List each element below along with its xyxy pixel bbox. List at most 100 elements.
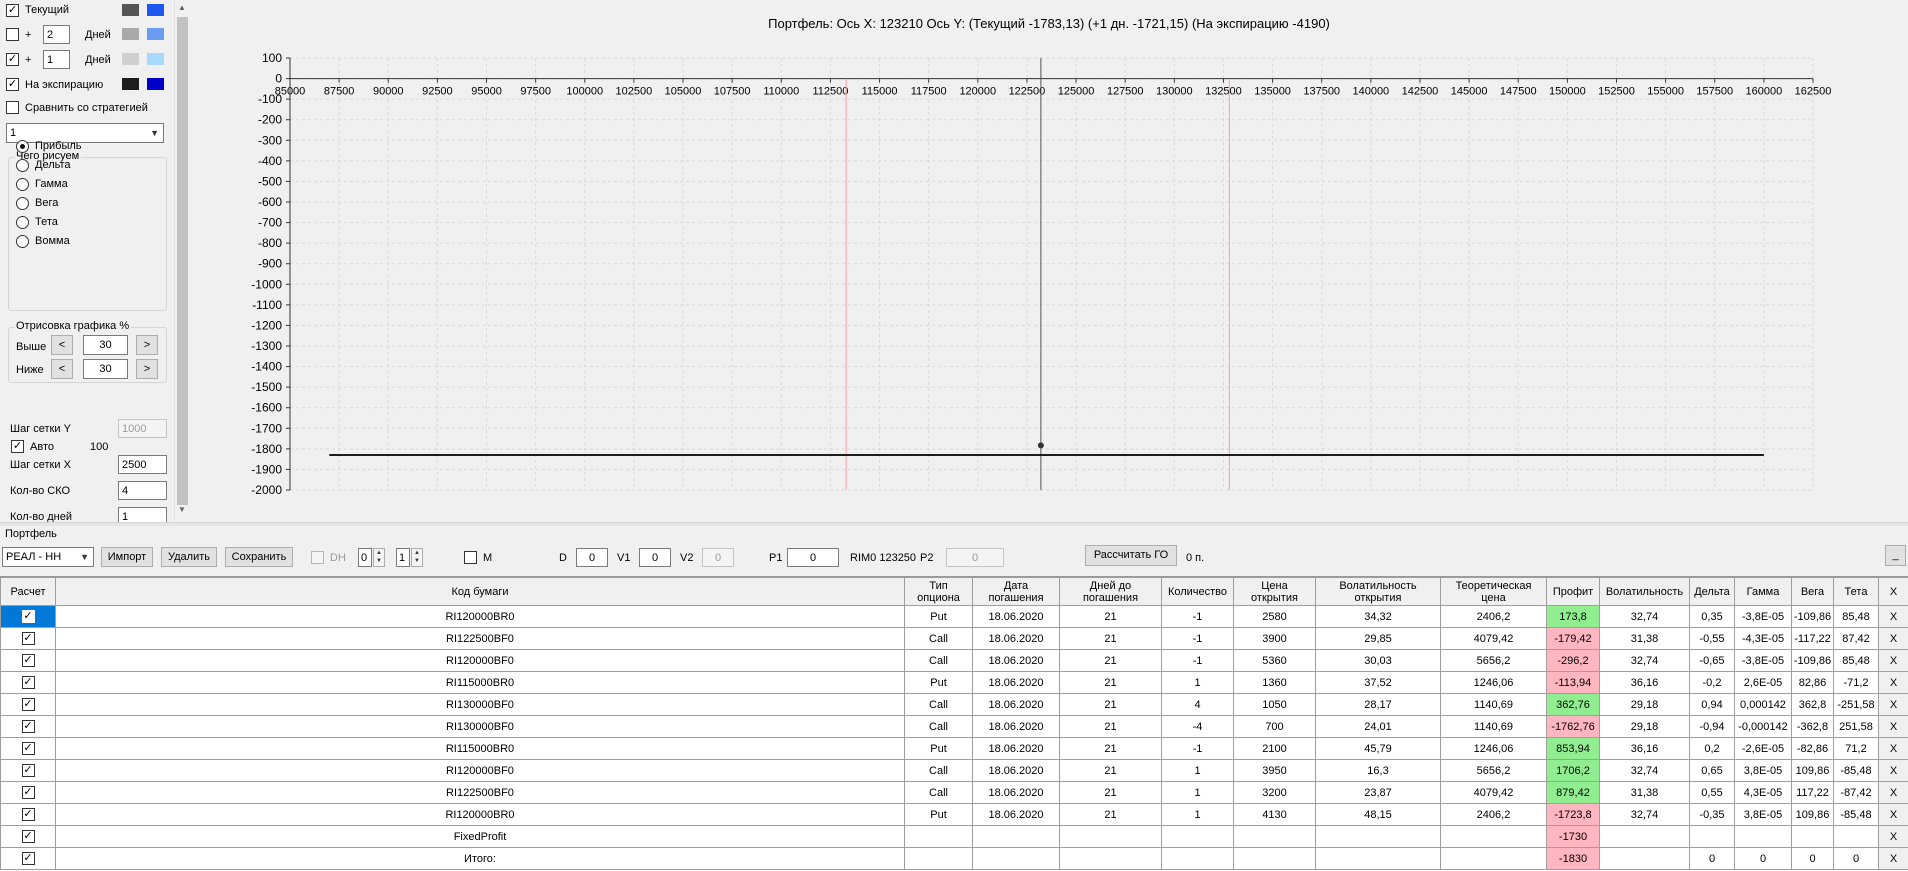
plus-days-2-input[interactable]: 1 [43, 50, 70, 69]
draw-mode-radio-3[interactable] [16, 197, 29, 210]
col-header-delta[interactable]: Дельта [1689, 577, 1735, 606]
calc-checkbox[interactable]: ✓ [21, 654, 35, 668]
table-row[interactable]: ✓ RI120000BR0 Put 18.06.2020 21 -1 2580 34,32 24… [0, 605, 1908, 628]
expiration-color-swatch[interactable] [122, 78, 139, 90]
x-cell[interactable]: X [1878, 671, 1908, 694]
calc-checkbox[interactable]: ✓ [21, 698, 35, 712]
plus-days-2-color-swatch-2[interactable] [147, 53, 164, 65]
table-row[interactable]: ✓ RI120000BF0 Call 18.06.2020 21 1 3950 16,3 565… [0, 759, 1908, 782]
x-cell[interactable]: X [1878, 627, 1908, 650]
plus-days-2-checkbox[interactable]: ✓ [6, 53, 19, 66]
calc-cell[interactable]: ✓ [0, 693, 56, 716]
calc-cell[interactable]: ✓ [0, 605, 56, 628]
col-header-volatility[interactable]: Волатильность [1599, 577, 1690, 606]
x-cell[interactable]: X [1878, 825, 1908, 848]
calc-cell[interactable]: ✓ [0, 715, 56, 738]
calc-checkbox[interactable]: ✓ [21, 720, 35, 734]
draw-mode-radio-5[interactable] [16, 235, 29, 248]
expiration-color-swatch-2[interactable] [147, 78, 164, 90]
calc-checkbox[interactable]: ✓ [21, 808, 35, 822]
plus-days-1-input[interactable]: 2 [43, 25, 70, 44]
spin-down-icon[interactable]: ▼ [374, 557, 384, 565]
calc-checkbox[interactable]: ✓ [21, 830, 35, 844]
m-checkbox[interactable] [464, 551, 477, 564]
col-header-gamma[interactable]: Гамма [1734, 577, 1792, 606]
x-cell[interactable]: X [1878, 649, 1908, 672]
table-row[interactable]: ✓ RI120000BR0 Put 18.06.2020 21 1 4130 48,15 240… [0, 803, 1908, 826]
col-header-days[interactable]: Дней до погашения [1059, 577, 1162, 606]
calc-checkbox[interactable]: ✓ [21, 632, 35, 646]
current-checkbox[interactable]: ✓ [6, 4, 19, 17]
above-decrease-button[interactable]: < [51, 335, 73, 355]
scroll-down-icon[interactable]: ▼ [178, 505, 186, 514]
payoff-chart[interactable]: 85000 87500 90000 92500 95000 97500 100000 1025… [190, 0, 1908, 522]
spin-down-icon[interactable]: ▼ [412, 557, 422, 565]
account-select[interactable]: РЕАЛ - НН ▼ [2, 547, 94, 567]
strategy-select[interactable]: 1 ▼ [6, 123, 164, 143]
draw-mode-radio-4[interactable] [16, 216, 29, 229]
auto-checkbox[interactable]: ✓ [11, 440, 24, 453]
calc-cell[interactable]: ✓ [0, 847, 56, 870]
v1-input[interactable]: 0 [639, 548, 671, 567]
x-cell[interactable]: X [1878, 737, 1908, 760]
col-header-x[interactable]: X [1878, 577, 1908, 606]
spin-up-icon[interactable]: ▲ [374, 549, 384, 557]
grid-step-x-input[interactable]: 2500 [118, 455, 167, 474]
table-row[interactable]: ✓ RI130000BF0 Call 18.06.2020 21 4 1050 28,17 11… [0, 693, 1908, 716]
compare-strategy-checkbox[interactable] [6, 101, 19, 114]
settings-scrollbar[interactable]: ▲ ▼ [174, 0, 190, 522]
col-header-date[interactable]: Дата погашения [972, 577, 1060, 606]
plus-days-1-color-swatch[interactable] [122, 28, 139, 40]
dh-spin-1-stepper[interactable]: ▲ ▼ [373, 548, 385, 567]
above-input[interactable]: 30 [83, 335, 128, 355]
calc-cell[interactable]: ✓ [0, 803, 56, 826]
v2-input[interactable]: 0 [702, 548, 734, 567]
calc-cell[interactable]: ✓ [0, 627, 56, 650]
positions-table[interactable]: Расчет Код бумаги Тип опциона Дата погашен… [0, 576, 1908, 871]
calc-cell[interactable]: ✓ [0, 737, 56, 760]
grid-step-y-input[interactable]: 1000 [118, 419, 167, 438]
minimize-button[interactable]: _ [1885, 545, 1906, 566]
current-color-swatch-2[interactable] [147, 4, 164, 16]
chart-area[interactable]: Портфель: Ось X: 123210 Ось Y: (Текущий … [190, 0, 1908, 522]
col-header-vega[interactable]: Вега [1791, 577, 1834, 606]
col-header-theo[interactable]: Теоретическая цена [1440, 577, 1547, 606]
below-input[interactable]: 30 [83, 359, 128, 379]
panel-splitter[interactable] [0, 522, 1908, 526]
x-cell[interactable]: X [1878, 803, 1908, 826]
col-header-price[interactable]: Цена открытия [1233, 577, 1316, 606]
table-row[interactable]: ✓ RI122500BF0 Call 18.06.2020 21 -1 3900 29,85 4… [0, 627, 1908, 650]
col-header-open-vol[interactable]: Волатильность открытия [1315, 577, 1441, 606]
scrollbar-thumb[interactable] [177, 17, 188, 505]
p2-input[interactable]: 0 [946, 548, 1004, 567]
col-header-theta[interactable]: Тета [1833, 577, 1879, 606]
calc-checkbox[interactable]: ✓ [21, 852, 35, 866]
calc-checkbox[interactable]: ✓ [21, 764, 35, 778]
calc-checkbox[interactable]: ✓ [21, 742, 35, 756]
calc-go-button[interactable]: Рассчитать ГО [1085, 545, 1177, 566]
calc-cell[interactable]: ✓ [0, 781, 56, 804]
x-cell[interactable]: X [1878, 781, 1908, 804]
col-header-qty[interactable]: Количество [1161, 577, 1234, 606]
dh-spin-2-input[interactable]: 1 [396, 548, 410, 567]
scroll-up-icon[interactable]: ▲ [178, 3, 186, 12]
draw-mode-radio-1[interactable] [16, 159, 29, 172]
calc-cell[interactable]: ✓ [0, 671, 56, 694]
calc-checkbox[interactable]: ✓ [21, 676, 35, 690]
dh-checkbox[interactable] [311, 551, 324, 564]
calc-cell[interactable]: ✓ [0, 759, 56, 782]
table-row[interactable]: ✓ RI122500BF0 Call 18.06.2020 21 1 3200 23,87 40… [0, 781, 1908, 804]
save-button[interactable]: Сохранить [225, 547, 293, 567]
table-row[interactable]: ✓ RI115000BR0 Put 18.06.2020 21 1 1360 37,52 124… [0, 671, 1908, 694]
below-increase-button[interactable]: > [136, 359, 158, 379]
days-count-input[interactable]: 1 [118, 507, 167, 522]
calc-checkbox[interactable]: ✓ [21, 786, 35, 800]
col-header-code[interactable]: Код бумаги [55, 577, 905, 606]
below-decrease-button[interactable]: < [51, 359, 73, 379]
x-cell[interactable]: X [1878, 759, 1908, 782]
col-header-type[interactable]: Тип опциона [904, 577, 973, 606]
col-header-calc[interactable]: Расчет [0, 577, 56, 606]
import-button[interactable]: Импорт [101, 547, 153, 567]
draw-mode-radio-0[interactable] [16, 140, 29, 153]
col-header-profit[interactable]: Профит [1546, 577, 1600, 606]
